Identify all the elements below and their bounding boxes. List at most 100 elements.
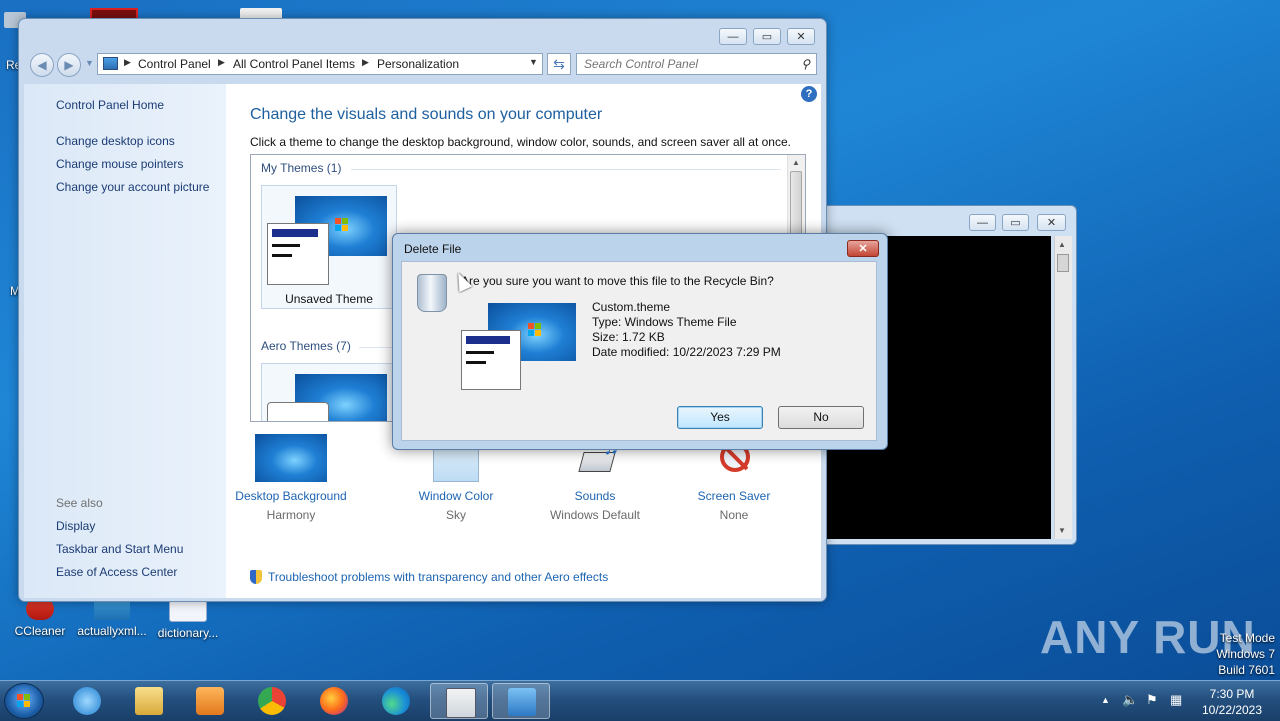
close-button[interactable]: ✕ (787, 28, 815, 45)
address-bar[interactable]: ▶ Control Panel ▶ All Control Panel Item… (97, 53, 543, 75)
maximize-button[interactable]: ▭ (1002, 214, 1029, 231)
desktop-icon-dictionary[interactable]: dictionary... (148, 598, 228, 640)
theme-name: Unsaved Theme (285, 292, 373, 306)
group-divider (351, 169, 781, 170)
yes-button[interactable]: Yes (677, 406, 763, 429)
taskbar-edge[interactable] (367, 683, 425, 719)
see-also-heading: See also (56, 496, 103, 510)
help-icon[interactable]: ? (801, 86, 817, 102)
file-preview-window (461, 330, 521, 390)
ease-of-access-link[interactable]: Ease of Access Center (56, 565, 177, 579)
search-box[interactable]: ⚲ (576, 53, 817, 75)
forward-arrow-icon: ▶ (64, 58, 74, 72)
file-details: Custom.theme Type: Windows Theme File Si… (592, 300, 781, 360)
taskbar-explorer[interactable] (120, 683, 178, 719)
desktop-icon-label: dictionary... (157, 626, 219, 640)
sounds-value: Windows Default (549, 508, 641, 522)
address-dropdown-icon[interactable]: ▼ (529, 57, 538, 67)
system-clock[interactable]: 7:30 PM 10/22/2023 (1196, 686, 1268, 718)
desktop-icon-actuallyxml[interactable]: actuallyxml... (72, 598, 152, 638)
back-button[interactable]: ◀ (30, 53, 54, 77)
windows-logo-icon (17, 694, 31, 708)
taskbar-firefox[interactable] (305, 683, 363, 719)
group-heading-my-themes: My Themes (1) (261, 161, 342, 175)
dialog-question: Are you sure you want to move this file … (461, 274, 774, 288)
test-mode-text: Test Mode Windows 7 Build 7601 (1216, 630, 1275, 678)
breadcrumb-control-panel[interactable]: Control Panel (138, 57, 211, 71)
back-arrow-icon: ◀ (37, 58, 47, 72)
taskbar: ▲ 🔈 ⚑ ▦ 7:30 PM 10/22/2023 (0, 680, 1280, 721)
window-app-icon (446, 688, 476, 718)
scroll-thumb[interactable] (790, 171, 802, 239)
scroll-thumb[interactable] (1057, 254, 1069, 272)
desktop-icon-ccleaner[interactable]: CCleaner (0, 598, 80, 638)
page-title: Change the visuals and sounds on your co… (250, 106, 603, 123)
window-color-label[interactable]: Window Color (391, 489, 521, 503)
scroll-up-icon[interactable]: ▲ (1058, 240, 1066, 249)
troubleshoot-link[interactable]: Troubleshoot problems with transparency … (250, 570, 608, 584)
control-panel-icon (508, 688, 536, 716)
file-name: Custom.theme (592, 300, 671, 314)
console-scrollbar[interactable]: ▲ ▼ (1054, 236, 1072, 539)
desktop-background-value: Harmony (266, 508, 316, 522)
desktop-background-label[interactable]: Desktop Background (226, 489, 356, 503)
taskbar-internet-explorer[interactable] (58, 683, 116, 719)
scroll-up-icon[interactable]: ▲ (792, 158, 800, 167)
start-button[interactable] (4, 683, 44, 719)
recent-pages-dropdown-icon[interactable]: ▼ (85, 58, 94, 68)
screen-saver-label[interactable]: Screen Saver (669, 489, 799, 503)
display-link[interactable]: Display (56, 519, 95, 533)
action-center-flag-icon[interactable]: ⚑ (1146, 692, 1158, 708)
desktop-background-item[interactable]: Desktop Background Harmony (226, 434, 356, 522)
taskbar-control-panel[interactable] (492, 683, 550, 719)
desktop-icon-label: actuallyxml... (77, 624, 147, 638)
change-account-picture-link[interactable]: Change your account picture (56, 180, 209, 194)
troubleshoot-link-text[interactable]: Troubleshoot problems with transparency … (268, 570, 608, 584)
navigation-bar: ◀ ▶ ▼ ▶ Control Panel ▶ All Control Pane… (27, 51, 819, 79)
search-icon[interactable]: ⚲ (801, 57, 810, 71)
taskbar-chrome[interactable] (243, 683, 301, 719)
scroll-down-icon[interactable]: ▼ (1058, 526, 1066, 535)
firefox-icon (320, 687, 348, 715)
forward-button[interactable]: ▶ (57, 53, 81, 77)
refresh-icon: ⇆ (553, 56, 565, 72)
media-player-icon (196, 687, 224, 715)
sounds-label[interactable]: Sounds (530, 489, 660, 503)
dialog-body: Are you sure you want to move this file … (401, 261, 877, 441)
theme-thumbnail-unsaved[interactable]: Unsaved Theme (261, 185, 397, 309)
minimize-button[interactable]: — (719, 28, 747, 45)
change-desktop-icons-link[interactable]: Change desktop icons (56, 134, 175, 148)
breadcrumb-personalization[interactable]: Personalization (377, 57, 459, 71)
show-hidden-icons[interactable]: ▲ (1101, 695, 1110, 705)
theme-thumbnail-aero[interactable] (261, 363, 397, 421)
chrome-icon (258, 687, 286, 715)
taskbar-start-menu-link[interactable]: Taskbar and Start Menu (56, 542, 183, 556)
clock-time: 7:30 PM (1209, 687, 1255, 701)
test-mode-line: Build 7601 (1218, 663, 1275, 677)
breadcrumb-separator-icon: ▶ (124, 57, 131, 67)
windows-logo-icon (335, 218, 349, 232)
internet-explorer-icon (73, 687, 101, 715)
change-mouse-pointers-link[interactable]: Change mouse pointers (56, 157, 183, 171)
maximize-button[interactable]: ▭ (753, 28, 781, 45)
network-icon[interactable]: ▦ (1170, 692, 1182, 708)
refresh-button[interactable]: ⇆ (547, 53, 571, 75)
windows-logo-icon (528, 323, 542, 337)
file-type: Type: Windows Theme File (592, 315, 737, 329)
breadcrumb-all-items[interactable]: All Control Panel Items (233, 57, 355, 71)
volume-icon[interactable]: 🔈 (1122, 692, 1138, 708)
close-button[interactable]: ✕ (1037, 214, 1066, 231)
taskbar-media-player[interactable] (181, 683, 239, 719)
control-panel-home-link[interactable]: Control Panel Home (56, 98, 164, 112)
breadcrumb-separator-icon: ▶ (362, 57, 369, 67)
control-panel-icon (103, 57, 118, 70)
search-input[interactable] (584, 57, 784, 71)
desktop-icon-label: CCleaner (14, 624, 66, 638)
delete-file-dialog[interactable]: Delete File ✕ Are you sure you want to m… (392, 233, 888, 450)
dialog-title: Delete File (404, 242, 462, 256)
dialog-close-button[interactable]: ✕ (847, 240, 879, 257)
taskbar-window-app[interactable] (430, 683, 488, 719)
no-button[interactable]: No (778, 406, 864, 429)
minimize-button[interactable]: — (969, 214, 996, 231)
recycle-bin-icon (417, 274, 447, 312)
